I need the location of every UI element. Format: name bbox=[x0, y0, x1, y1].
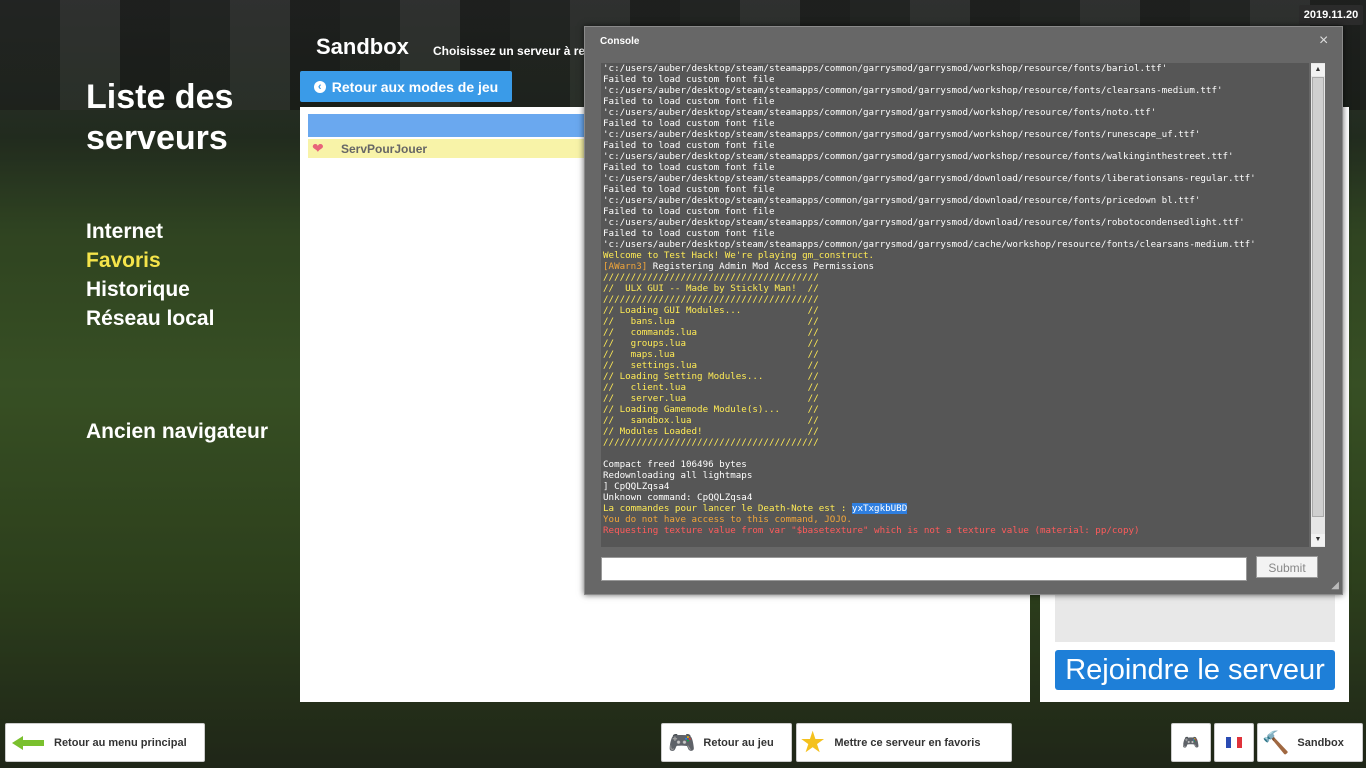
sidebar-item-reseau-local[interactable]: Réseau local bbox=[86, 304, 214, 333]
console-line: // Loading Setting Modules... // bbox=[603, 371, 819, 382]
server-details-box bbox=[1055, 587, 1335, 642]
console-line: Redownloading all lightmaps bbox=[603, 470, 753, 481]
console-line: Failed to load custom font file bbox=[603, 162, 775, 173]
console-log: 'c:/users/auber/desktop/steam/steamapps/… bbox=[601, 63, 1309, 547]
console-line: 'c:/users/auber/desktop/steam/steamapps/… bbox=[603, 107, 1157, 118]
console-line: /////////////////////////////////////// bbox=[603, 294, 819, 305]
console-line: // server.lua // bbox=[603, 393, 819, 404]
star-icon: ★ bbox=[801, 727, 825, 757]
console-line: Failed to load custom font file bbox=[603, 140, 775, 151]
sidebar-item-legacy-browser[interactable]: Ancien navigateur bbox=[86, 420, 268, 444]
date-badge: 2019.11.20 bbox=[1299, 5, 1363, 25]
console-title: Console bbox=[600, 36, 640, 47]
console-line: 'c:/users/auber/desktop/steam/steamapps/… bbox=[603, 239, 1256, 250]
console-line: // Modules Loaded! // bbox=[603, 426, 819, 437]
sidebar: Liste des serveurs Internet Favoris Hist… bbox=[86, 77, 296, 443]
console-line: Compact freed 106496 bytes bbox=[603, 459, 747, 470]
console-line: Requesting texture value from var "$base… bbox=[603, 525, 1140, 536]
console-line: // groups.lua // bbox=[603, 338, 819, 349]
sidebar-item-favoris[interactable]: Favoris bbox=[86, 246, 214, 275]
scroll-thumb[interactable] bbox=[1312, 77, 1324, 517]
console-line: 'c:/users/auber/desktop/steam/steamapps/… bbox=[603, 195, 1201, 206]
console-window: Console × 'c:/users/auber/desktop/steam/… bbox=[584, 26, 1343, 595]
console-line: ] CpQQLZqsa4 bbox=[603, 481, 670, 492]
sidebar-nav: Internet Favoris Historique Réseau local bbox=[86, 217, 214, 333]
console-line: // ULX GUI -- Made by Stickly Man! // bbox=[603, 283, 819, 294]
back-to-main-menu-button[interactable]: Retour au menu principal bbox=[5, 723, 205, 762]
console-line: Failed to load custom font file bbox=[603, 74, 775, 85]
console-command-input[interactable] bbox=[601, 557, 1247, 581]
console-line: Failed to load custom font file bbox=[603, 96, 775, 107]
console-line: /////////////////////////////////////// bbox=[603, 272, 819, 283]
console-line: // maps.lua // bbox=[603, 349, 819, 360]
console-line: /////////////////////////////////////// bbox=[603, 437, 819, 448]
join-server-button[interactable]: Rejoindre le serveur bbox=[1055, 650, 1335, 690]
hammer-icon: 🔨 bbox=[1262, 729, 1290, 755]
sidebar-item-internet[interactable]: Internet bbox=[86, 217, 214, 246]
add-favorite-label: Mettre ce serveur en favoris bbox=[834, 736, 981, 749]
console-line: // settings.lua // bbox=[603, 360, 819, 371]
sidebar-item-historique[interactable]: Historique bbox=[86, 275, 214, 304]
console-line: Failed to load custom font file bbox=[603, 228, 775, 239]
console-line: 'c:/users/auber/desktop/steam/steamapps/… bbox=[603, 173, 1256, 184]
console-line: // Loading Gamemode Module(s)... // bbox=[603, 404, 819, 415]
scroll-up-icon[interactable]: ▲ bbox=[1311, 64, 1325, 76]
console-line: 'c:/users/auber/desktop/steam/steamapps/… bbox=[603, 129, 1201, 140]
console-line: La commandes pour lancer le Death-Note e… bbox=[603, 503, 908, 514]
console-line: You do not have access to this command, … bbox=[603, 514, 852, 525]
console-line: Welcome to Test Hack! We're playing gm_c… bbox=[603, 250, 875, 261]
console-line: Failed to load custom font file bbox=[603, 118, 775, 129]
gamemode-sandbox-label: Sandbox bbox=[1297, 736, 1344, 749]
console-line: 'c:/users/auber/desktop/steam/steamapps/… bbox=[603, 63, 1168, 74]
console-line: Failed to load custom font file bbox=[603, 206, 775, 217]
console-line: 'c:/users/auber/desktop/steam/steamapps/… bbox=[603, 217, 1245, 228]
back-to-gamemodes-label: Retour aux modes de jeu bbox=[331, 78, 499, 95]
console-line: // client.lua // bbox=[603, 382, 819, 393]
controller-button[interactable]: 🎮 bbox=[1171, 723, 1211, 762]
back-to-game-label: Retour au jeu bbox=[703, 736, 774, 749]
back-to-game-button[interactable]: 🎮 Retour au jeu bbox=[661, 723, 792, 762]
close-icon[interactable]: × bbox=[1319, 32, 1328, 50]
back-arrow-icon: ‹ bbox=[313, 80, 326, 93]
page-title: Liste des serveurs bbox=[86, 78, 234, 157]
gamemode-title: Sandbox bbox=[316, 34, 409, 59]
console-line: [AWarn3] Registering Admin Mod Access Pe… bbox=[603, 261, 875, 272]
console-line: // bans.lua // bbox=[603, 316, 819, 327]
arrow-left-icon bbox=[12, 735, 44, 750]
back-to-main-menu-label: Retour au menu principal bbox=[54, 736, 187, 749]
gamemode-subtitle: Choisissez un serveur à re bbox=[433, 44, 586, 58]
console-line: 'c:/users/auber/desktop/steam/steamapps/… bbox=[603, 151, 1234, 162]
french-flag-icon bbox=[1226, 737, 1242, 748]
language-button[interactable] bbox=[1214, 723, 1254, 762]
controller-icon: 🎮 bbox=[1182, 734, 1200, 750]
add-favorite-button[interactable]: ★ Mettre ce serveur en favoris bbox=[796, 723, 1012, 762]
server-name: ServPourJouer bbox=[341, 142, 428, 156]
console-line: 'c:/users/auber/desktop/steam/steamapps/… bbox=[603, 85, 1223, 96]
heart-icon: ❤ bbox=[312, 140, 324, 156]
console-line: Failed to load custom font file bbox=[603, 184, 775, 195]
console-scrollbar[interactable]: ▲ ▼ bbox=[1311, 63, 1325, 547]
back-to-gamemodes-button[interactable]: ‹ Retour aux modes de jeu bbox=[300, 71, 512, 102]
console-line: // sandbox.lua // bbox=[603, 415, 819, 426]
gamepad-icon: 🎮 bbox=[668, 729, 696, 755]
resize-grip-icon[interactable]: ◢ bbox=[1331, 580, 1339, 591]
console-line: // commands.lua // bbox=[603, 327, 819, 338]
gamemode-sandbox-button[interactable]: 🔨 Sandbox bbox=[1257, 723, 1363, 762]
console-line: Unknown command: CpQQLZqsa4 bbox=[603, 492, 753, 503]
selected-text[interactable]: yxTxgkbUBD bbox=[851, 503, 908, 514]
console-line: // Loading GUI Modules... // bbox=[603, 305, 819, 316]
scroll-down-icon[interactable]: ▼ bbox=[1311, 534, 1325, 546]
console-submit-button[interactable]: Submit bbox=[1256, 556, 1318, 578]
